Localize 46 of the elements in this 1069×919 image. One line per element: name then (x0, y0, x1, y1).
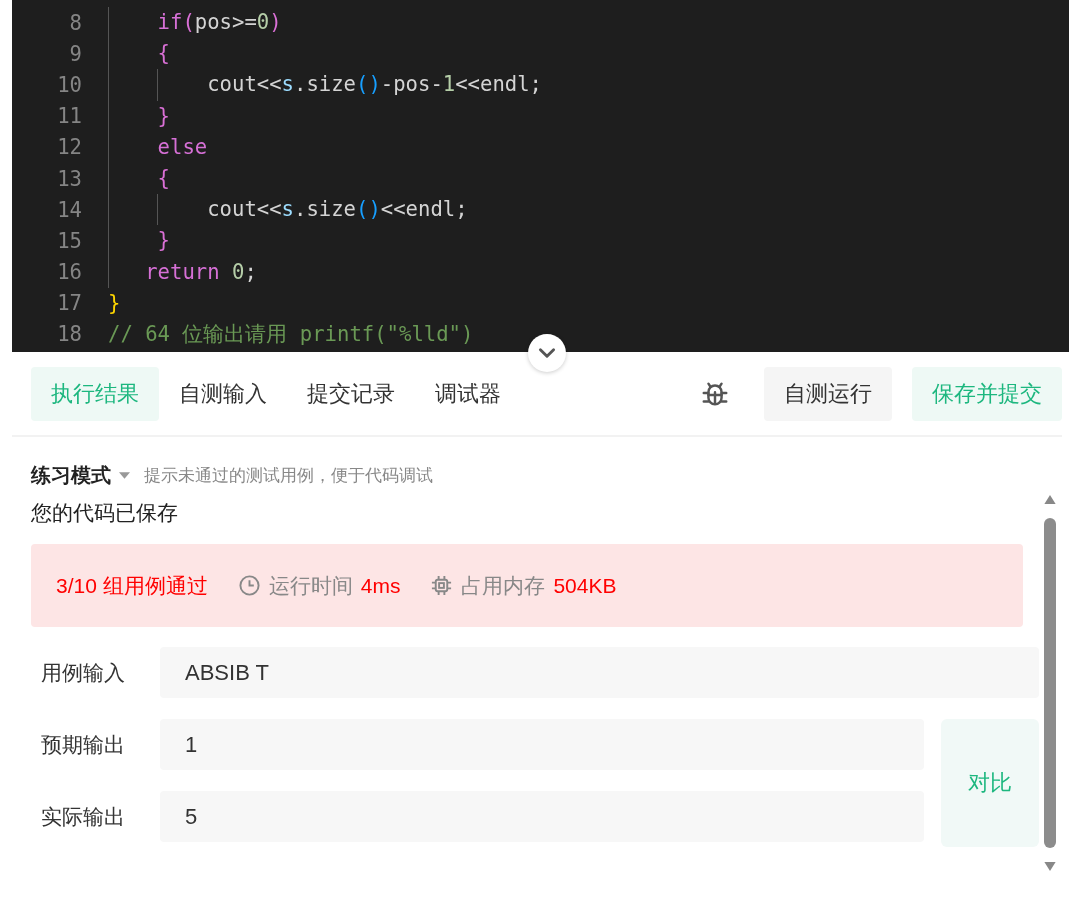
line-number: 16 (56, 260, 82, 285)
field-label: 预期输出 (40, 731, 126, 758)
time-label: 运行时间 (268, 572, 353, 599)
code-line: // 64 位输出请用 printf("%lld") (108, 320, 474, 348)
pass-summary: 3/10 组用例通过 (56, 572, 208, 599)
line-number: 12 (56, 135, 82, 160)
output-field: 5 (160, 791, 924, 842)
tab[interactable]: 调试器 (415, 367, 521, 421)
chip-icon (430, 574, 454, 597)
field-label: 用例输入 (40, 659, 126, 686)
scroll-up-icon[interactable] (1044, 495, 1056, 504)
code-line: { (108, 38, 170, 70)
code-line: { (108, 162, 170, 195)
tab[interactable]: 自测输入 (159, 367, 287, 421)
mode-dropdown[interactable]: 练习模式 (31, 461, 111, 489)
clock-icon (237, 574, 261, 597)
line-number: 8 (68, 10, 82, 35)
code-line: if(pos>=0) (108, 7, 282, 39)
tab[interactable]: 提交记录 (287, 367, 415, 421)
line-number: 13 (56, 166, 82, 191)
line-number: 18 (56, 322, 82, 347)
code-line: } (108, 289, 121, 317)
line-number: 11 (56, 104, 82, 129)
line-number: 10 (56, 72, 82, 97)
status-text: 您的代码已保存 (31, 500, 179, 526)
code-line: else (108, 131, 208, 163)
run-test-button[interactable]: 自测运行 (764, 367, 892, 421)
output-field: 1 (160, 719, 924, 770)
code-line: cout<<s.size()-pos-1<<endl; (108, 69, 542, 101)
code-line: return 0; (108, 256, 257, 288)
scroll-down-icon[interactable] (1044, 862, 1056, 871)
memory-label: 占用内存 (461, 572, 546, 599)
output-field: ABSIB T (160, 647, 1039, 698)
code-line: cout<<s.size()<<endl; (108, 194, 468, 226)
memory-value: 504KB (553, 573, 617, 598)
time-value: 4ms (360, 573, 401, 598)
caret-icon (119, 471, 130, 479)
mode-hint: 提示未通过的测试用例，便于代码调试 (144, 464, 433, 487)
code-line: } (108, 100, 170, 132)
collapse-button[interactable] (528, 334, 566, 372)
code-line: } (108, 225, 170, 257)
line-number: 17 (56, 291, 82, 316)
line-number: 15 (56, 228, 82, 253)
line-number: 14 (56, 197, 82, 222)
field-label: 实际输出 (40, 803, 126, 830)
line-number: 9 (68, 41, 82, 66)
